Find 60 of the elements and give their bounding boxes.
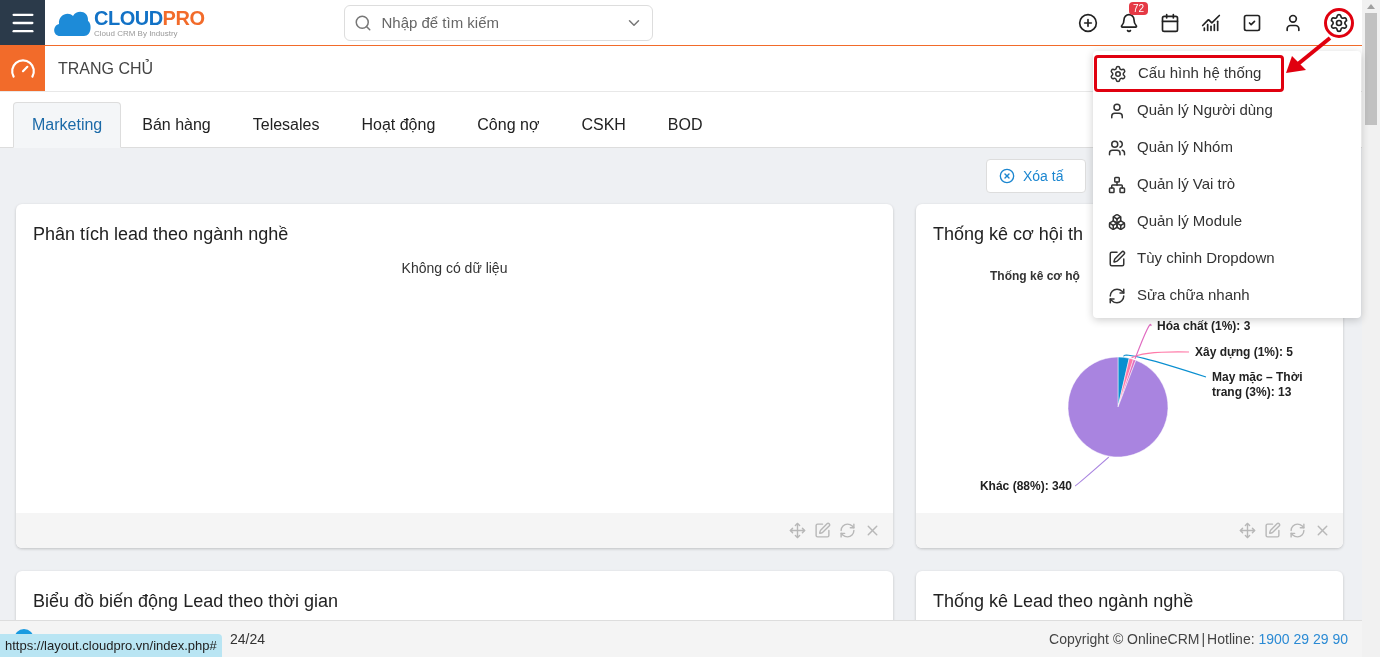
slice-label: Khác (88%): 340 [979, 479, 1072, 493]
move-icon[interactable] [789, 522, 806, 539]
copyright-text: Copyright © OnlineCRM|Hotline: 1900 29 29 90 [1049, 629, 1348, 649]
tab[interactable]: Telesales [231, 102, 341, 148]
empty-message: Không có dữ liệu [400, 259, 509, 278]
widget-title: Thống kê Lead theo ngành nghề [933, 590, 1195, 613]
search-icon [354, 13, 373, 32]
edit-icon[interactable] [814, 522, 831, 539]
page-title: TRANG CHỦ [58, 58, 154, 79]
refresh-icon [1108, 286, 1126, 305]
link-preview-tooltip: https://layout.cloudpro.vn/index.php# [0, 634, 222, 657]
slice-label: Hóa chất (1%): 3 [1157, 319, 1251, 333]
tab[interactable]: Công nợ [456, 102, 561, 148]
tab[interactable]: Marketing [13, 102, 122, 148]
task-icon[interactable] [1242, 12, 1262, 33]
chart-title: Thống kê cơ hộ [990, 268, 1080, 285]
settings-icon [1109, 64, 1127, 83]
chart-icon[interactable] [1201, 12, 1221, 33]
logo-tagline: Cloud CRM By Industry [94, 28, 179, 38]
widget-title: Biểu đồ biến động Lead theo thời gian [33, 590, 340, 613]
menu-item[interactable]: Sửa chữa nhanh [1093, 277, 1361, 314]
edit-icon[interactable] [1264, 522, 1281, 539]
users-icon [1108, 138, 1126, 157]
scroll-up-arrow-icon[interactable] [1367, 4, 1375, 9]
clear-icon [999, 168, 1015, 184]
tab[interactable]: BOD [646, 102, 724, 148]
user-icon [1108, 101, 1126, 120]
user-icon[interactable] [1283, 12, 1303, 33]
boxes-icon [1108, 212, 1126, 231]
notification-icon[interactable] [1119, 12, 1139, 33]
widget-title: Thống kê cơ hội th [933, 223, 1083, 246]
tab[interactable]: CSKH [560, 102, 647, 148]
logo[interactable]: CLOUDPRO Cloud CRM By Industry [52, 5, 205, 40]
menu-button[interactable] [0, 0, 45, 45]
search-field[interactable]: Nhập để tìm kiếm [344, 4, 654, 41]
hierarchy-icon [1108, 175, 1126, 194]
menu-item[interactable]: Quản lý Vai trò [1093, 166, 1361, 203]
menu-item[interactable]: Tùy chỉnh Dropdown [1093, 240, 1361, 277]
move-icon[interactable] [1239, 522, 1256, 539]
refresh-icon[interactable] [1289, 522, 1306, 539]
widget-title: Phân tích lead theo ngành nghề [33, 223, 289, 246]
status-text: 24/24 [230, 629, 266, 649]
add-icon[interactable] [1078, 12, 1098, 33]
clear-all-button[interactable]: Xóa tấ [986, 159, 1086, 193]
leader-line [1074, 456, 1110, 487]
settings-button[interactable] [1324, 7, 1354, 38]
menu-item[interactable]: Quản lý Nhóm [1093, 129, 1361, 166]
menu-item[interactable]: Cấu hình hệ thống [1094, 55, 1284, 92]
slice-label: May mặc – Thời trang (3%): 13 [1212, 370, 1303, 399]
tab[interactable]: Bán hàng [121, 102, 232, 148]
menu-item[interactable]: Quản lý Người dùng [1093, 92, 1361, 129]
edit-icon [1108, 249, 1126, 268]
logo-text: CLOUDPRO [94, 7, 205, 29]
slice-label: Xây dựng (1%): 5 [1195, 345, 1294, 359]
menu-item[interactable]: Quản lý Module [1093, 203, 1361, 240]
refresh-icon[interactable] [839, 522, 856, 539]
scrollbar-thumb[interactable] [1365, 13, 1377, 125]
calendar-icon[interactable] [1160, 12, 1180, 33]
tab[interactable]: Hoạt động [340, 102, 457, 148]
notification-badge: 72 [1129, 1, 1149, 15]
